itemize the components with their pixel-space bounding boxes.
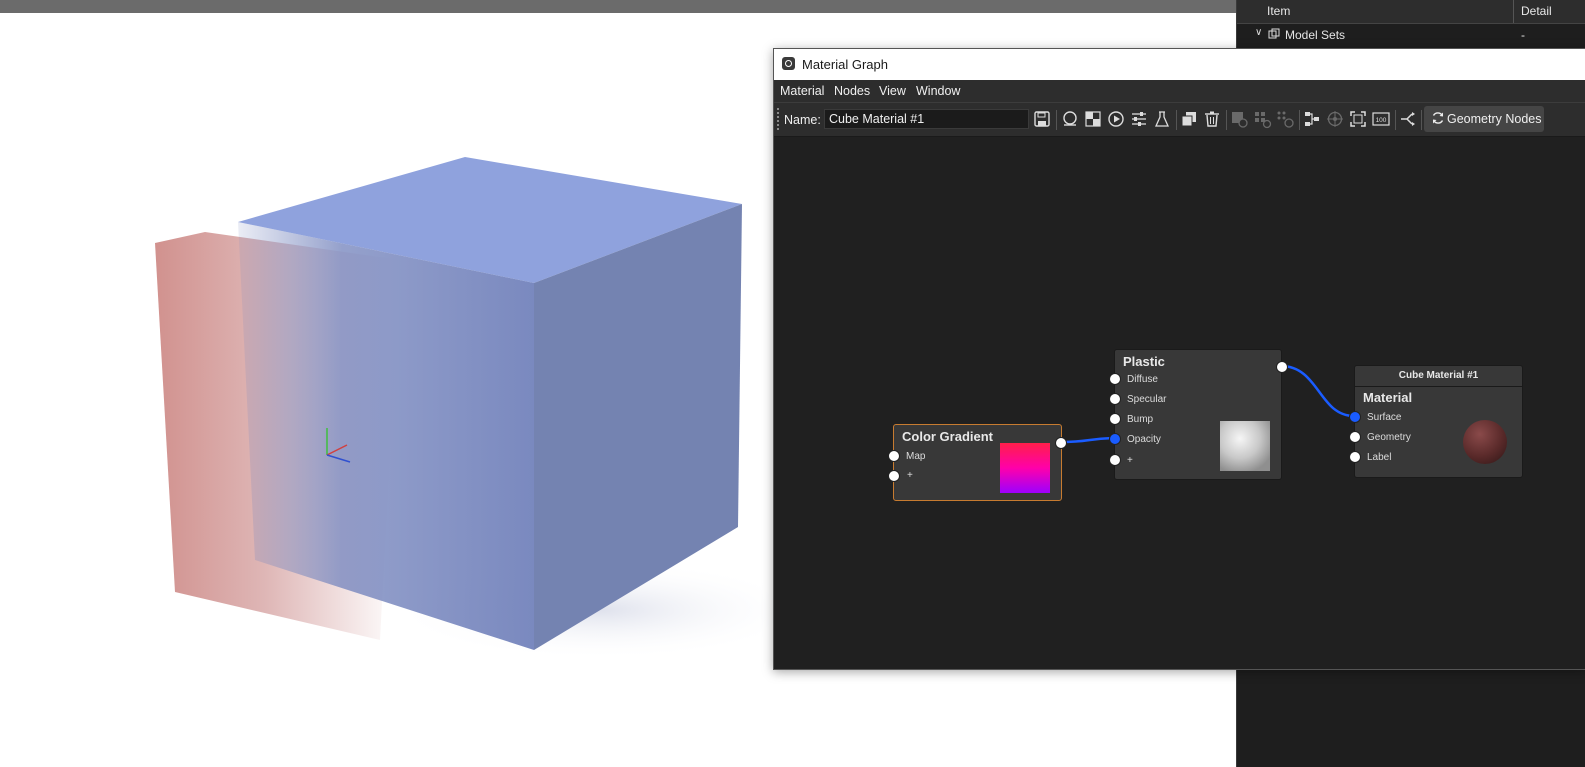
port-label: Map	[906, 451, 926, 462]
tree-row-model-sets[interactable]: ∨ Model Sets -	[1237, 24, 1585, 46]
toolbar-divider	[1056, 110, 1057, 130]
menu-window[interactable]: Window	[916, 84, 960, 98]
toolbar-divider	[1299, 110, 1300, 130]
toolbar-divider	[1226, 110, 1227, 130]
port-output[interactable]	[1276, 361, 1288, 373]
menu-bar: Material Nodes View Window	[774, 80, 1585, 102]
disabled-dots-icon[interactable]	[1275, 109, 1295, 129]
model-set-icon	[1268, 28, 1280, 39]
material-name-input[interactable]	[824, 109, 1029, 129]
svg-text:100: 100	[1376, 117, 1387, 124]
port-bump[interactable]	[1109, 413, 1121, 425]
disabled-grid-icon[interactable]	[1252, 109, 1272, 129]
port-label: +	[1127, 455, 1133, 466]
tree-row-label: Model Sets	[1285, 28, 1346, 42]
port-geometry[interactable]	[1349, 431, 1361, 443]
material-graph-window: Material Graph Material Nodes View Windo…	[773, 48, 1585, 670]
port-label: Specular	[1127, 394, 1167, 405]
toolbar-grip[interactable]	[777, 108, 781, 130]
flask-icon[interactable]	[1152, 109, 1172, 129]
node-title: Color Gradient	[902, 429, 994, 444]
port-map[interactable]	[888, 450, 900, 462]
menu-nodes[interactable]: Nodes	[834, 84, 870, 98]
menu-material[interactable]: Material	[780, 84, 824, 98]
toolbar-divider	[1176, 110, 1177, 130]
port-label: Diffuse	[1127, 374, 1158, 385]
color-gradient-node[interactable]: Color Gradient Map +	[888, 424, 1067, 501]
duplicate-icon[interactable]	[1179, 109, 1199, 129]
gradient-preview	[1000, 443, 1050, 493]
toolbar-divider	[1421, 110, 1422, 130]
play-icon[interactable]	[1106, 109, 1126, 129]
port-label: Surface	[1367, 412, 1402, 423]
geometry-nodes-button[interactable]: Geometry Nodes	[1424, 106, 1544, 132]
split-icon[interactable]	[1398, 109, 1418, 129]
zoom-100-icon[interactable]: 100	[1371, 109, 1391, 129]
window-title-bar[interactable]: Material Graph	[774, 49, 1585, 80]
port-add[interactable]	[888, 470, 900, 482]
port-label-input[interactable]	[1349, 451, 1361, 463]
node-header: Cube Material #1	[1355, 366, 1522, 387]
port-diffuse[interactable]	[1109, 373, 1121, 385]
sphere-preview-icon[interactable]	[1060, 109, 1080, 129]
tree-header: Item Detail	[1237, 0, 1585, 24]
material-preview-sphere	[1463, 420, 1507, 464]
wire-gradient-to-opacity	[1060, 436, 1114, 444]
column-detail[interactable]: Detail	[1521, 4, 1552, 18]
checker-icon[interactable]	[1083, 109, 1103, 129]
disabled-orbit-icon[interactable]	[1325, 109, 1345, 129]
port-surface[interactable]	[1349, 411, 1361, 423]
port-label: Label	[1367, 452, 1392, 463]
toolbar-divider	[1395, 110, 1396, 130]
geometry-nodes-label: Geometry Nodes	[1447, 112, 1542, 126]
menu-view[interactable]: View	[879, 84, 906, 98]
wire-plastic-to-surface	[1280, 364, 1355, 418]
port-specular[interactable]	[1109, 393, 1121, 405]
trash-icon[interactable]	[1202, 109, 1222, 129]
material-output-node[interactable]: Cube Material #1 Material Surface Geomet…	[1349, 365, 1523, 478]
node-title: Plastic	[1123, 354, 1165, 369]
tree-row-detail: -	[1521, 28, 1525, 42]
toolbar: Name: Cube Material #1 100 Geometry Node…	[774, 102, 1585, 137]
sliders-icon[interactable]	[1129, 109, 1149, 129]
save-icon[interactable]	[1032, 109, 1052, 129]
fit-icon[interactable]	[1348, 109, 1368, 129]
tree-layout-icon[interactable]	[1302, 109, 1322, 129]
port-label: Opacity	[1127, 434, 1161, 445]
disabled-add-icon[interactable]	[1229, 109, 1249, 129]
plastic-node[interactable]: Plastic Diffuse Specular Bump Opacity +	[1109, 349, 1288, 480]
window-title: Material Graph	[802, 57, 888, 72]
refresh-icon	[1432, 112, 1444, 124]
node-title: Material	[1363, 390, 1413, 405]
port-label: Geometry	[1367, 432, 1411, 443]
port-output[interactable]	[1055, 437, 1067, 449]
port-label: +	[907, 470, 913, 481]
app-logo-icon	[782, 57, 795, 70]
plastic-preview-thumbnail	[1220, 421, 1270, 471]
chevron-down-icon[interactable]: ∨	[1255, 27, 1262, 38]
column-item[interactable]: Item	[1267, 4, 1290, 18]
port-label: Bump	[1127, 414, 1154, 425]
port-opacity[interactable]	[1109, 433, 1121, 445]
viewport-top-strip	[0, 0, 1240, 13]
name-label: Name:	[784, 113, 821, 127]
port-add[interactable]	[1109, 454, 1121, 466]
node-graph-canvas[interactable]: Color Gradient Map + Plastic Diffuse Spe…	[774, 137, 1585, 669]
column-divider[interactable]	[1513, 0, 1514, 23]
